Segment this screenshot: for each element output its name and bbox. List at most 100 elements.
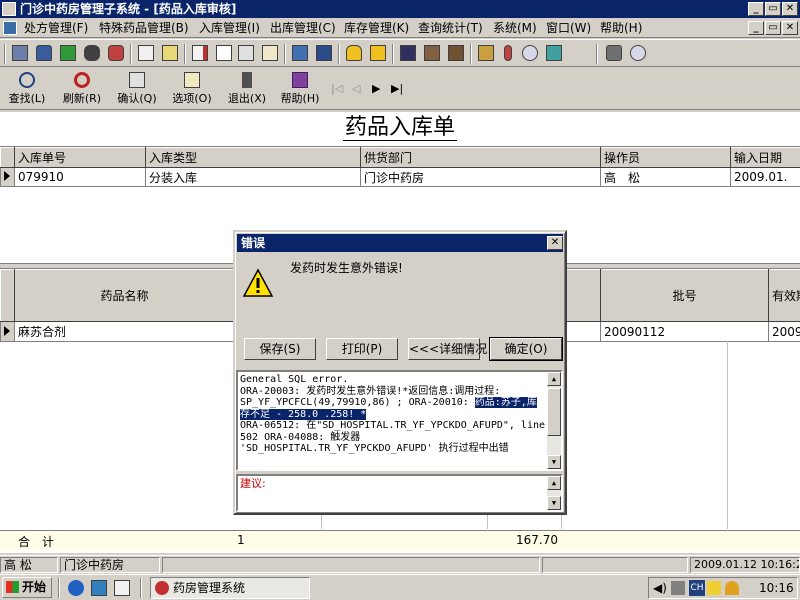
bottle-icon[interactable] <box>36 45 52 61</box>
ime-indicator[interactable]: CH <box>689 580 705 596</box>
options-button[interactable]: 选项(O) <box>168 72 216 108</box>
options-label: 选项(O) <box>172 92 212 105</box>
suggestion-scrollbar[interactable]: ▲ ▼ <box>547 476 561 510</box>
cell-drug-name[interactable]: 麻苏合剂 <box>14 321 235 342</box>
close-box-icon[interactable] <box>546 45 562 61</box>
form-icon[interactable] <box>262 45 278 61</box>
error-detail-text[interactable]: General SQL error. ORA-20003: 发药时发生意外错误!… <box>236 370 563 471</box>
details-button[interactable]: <<<详细情况 <box>408 338 487 360</box>
scroll-thumb[interactable] <box>547 388 561 436</box>
delivery-icon[interactable] <box>448 45 464 61</box>
cell-operator[interactable]: 高 松 <box>600 167 731 187</box>
refresh-icon <box>74 72 90 88</box>
nav-next-button[interactable]: ▶ <box>372 82 380 95</box>
jar-icon[interactable] <box>400 45 416 61</box>
help-button[interactable]: 帮助(H) <box>277 72 323 108</box>
menu-stock-out[interactable]: 出库管理(C) <box>270 20 336 36</box>
nav-prev-button[interactable]: ◁ <box>352 82 360 95</box>
menu-bar: 处方管理(F) 特殊药品管理(B) 入库管理(I) 出库管理(C) 库存管理(K… <box>0 18 800 38</box>
col-header-order-no[interactable]: 入库单号 <box>14 147 146 168</box>
menu-stock-in[interactable]: 入库管理(I) <box>199 20 260 36</box>
nav-last-button[interactable]: ▶| <box>391 82 403 95</box>
menu-prescription[interactable]: 处方管理(F) <box>24 20 88 36</box>
outlook-icon[interactable] <box>114 580 130 596</box>
ok-button[interactable]: 确定(O) <box>489 337 563 361</box>
totals-quantity: 1 <box>237 533 245 547</box>
cell-type[interactable]: 分装入库 <box>145 167 361 187</box>
scroll-down-icon[interactable]: ▼ <box>547 496 561 510</box>
nav-first-button[interactable]: |◁ <box>331 82 343 95</box>
binoculars-icon[interactable] <box>84 45 100 61</box>
umbrella-icon[interactable] <box>725 581 739 595</box>
restore-button[interactable]: ▭ <box>765 2 781 16</box>
cell-batch-no[interactable]: 20090112 <box>600 321 769 342</box>
child-close-button[interactable]: ✕ <box>782 21 798 35</box>
table-row[interactable]: 079910 分装入库 门诊中药房 高 松 2009.01. <box>0 167 800 187</box>
checkmark-icon[interactable] <box>216 45 232 61</box>
menu-query-stats[interactable]: 查询统计(T) <box>418 20 483 36</box>
col-header-date[interactable]: 输入日期 <box>730 147 800 168</box>
window-title-bar: 门诊中药房管理子系统 - [药品入库审核] _ ▭ ✕ <box>0 0 800 18</box>
search-icon[interactable] <box>630 45 646 61</box>
speaker-icon[interactable]: ◀) <box>653 581 667 595</box>
menu-window[interactable]: 窗口(W) <box>546 20 591 36</box>
col-header-type[interactable]: 入库类型 <box>145 147 361 168</box>
desktop-icon[interactable] <box>91 580 107 596</box>
task-pharmacy-system[interactable]: 药房管理系统 <box>150 577 310 599</box>
menu-system[interactable]: 系统(M) <box>493 20 537 36</box>
grid-window-icon[interactable] <box>316 45 332 61</box>
print-button[interactable]: 打印(P) <box>326 338 398 360</box>
magnifier-icon[interactable] <box>522 45 538 61</box>
menu-inventory[interactable]: 库存管理(K) <box>344 20 409 36</box>
ie-icon[interactable] <box>68 580 84 596</box>
scroll-down-icon[interactable]: ▼ <box>547 455 561 469</box>
folder-icon[interactable] <box>478 45 494 61</box>
col-header-expiry[interactable]: 有效期 <box>768 269 800 322</box>
suggestion-label: 建议: <box>240 477 266 490</box>
cell-order-no[interactable]: 079910 <box>14 167 146 187</box>
start-button[interactable]: 开始 <box>2 577 52 598</box>
close-button[interactable]: ✕ <box>782 2 798 16</box>
card-icon[interactable] <box>162 45 178 61</box>
row-indicator-header <box>0 269 15 322</box>
cell-date[interactable]: 2009.01. <box>730 167 800 187</box>
truck-icon[interactable] <box>424 45 440 61</box>
pills-icon[interactable] <box>108 45 124 61</box>
col-header-batch-no[interactable]: 批号 <box>600 269 769 322</box>
mdi-child-icon[interactable] <box>3 21 17 35</box>
cube-icon[interactable] <box>606 45 622 61</box>
save-button[interactable]: 保存(S) <box>244 338 316 360</box>
report-icon[interactable] <box>138 45 154 61</box>
menu-special-drugs[interactable]: 特殊药品管理(B) <box>99 20 189 36</box>
pm-clock-icon[interactable] <box>370 45 386 61</box>
col-header-drug-name[interactable]: 药品名称 <box>14 269 235 322</box>
detail-scrollbar[interactable]: ▲ ▼ <box>547 372 561 469</box>
child-minimize-button[interactable]: _ <box>748 21 764 35</box>
exit-button[interactable]: 退出(X) <box>224 72 270 108</box>
ime-tool-icon[interactable] <box>707 581 721 595</box>
confirm-button[interactable]: 确认(Q) <box>114 72 160 108</box>
col-header-supplier[interactable]: 供货部门 <box>360 147 601 168</box>
find-button[interactable]: 查找(L) <box>5 72 49 108</box>
suggestion-text[interactable]: 建议: ▲ ▼ <box>236 474 563 512</box>
dialog-close-button[interactable]: ✕ <box>547 236 563 250</box>
network-icon[interactable] <box>671 581 685 595</box>
minimize-button[interactable]: _ <box>748 2 764 16</box>
toolbar-separator <box>284 44 286 64</box>
check-box-icon[interactable] <box>60 45 76 61</box>
scroll-up-icon[interactable]: ▲ <box>547 372 561 386</box>
col-header-operator[interactable]: 操作员 <box>600 147 731 168</box>
cell-expiry[interactable]: 2009.01. <box>768 321 800 342</box>
document-list-icon[interactable] <box>192 45 208 61</box>
child-restore-button[interactable]: ▭ <box>765 21 781 35</box>
bell-icon[interactable] <box>346 45 362 61</box>
copy-icon[interactable] <box>238 45 254 61</box>
scroll-up-icon[interactable]: ▲ <box>547 476 561 490</box>
error-dialog: 错误 ✕ 发药时发生意外错误! 保存(S) 打印(P) <<<详细情况 确定(O… <box>233 230 567 515</box>
refresh-button[interactable]: 刷新(R) <box>59 72 105 108</box>
window-icon[interactable] <box>292 45 308 61</box>
menu-help[interactable]: 帮助(H) <box>600 20 642 36</box>
thermometer-icon[interactable] <box>504 45 512 61</box>
calculator-icon[interactable] <box>12 45 28 61</box>
cell-supplier[interactable]: 门诊中药房 <box>360 167 601 187</box>
